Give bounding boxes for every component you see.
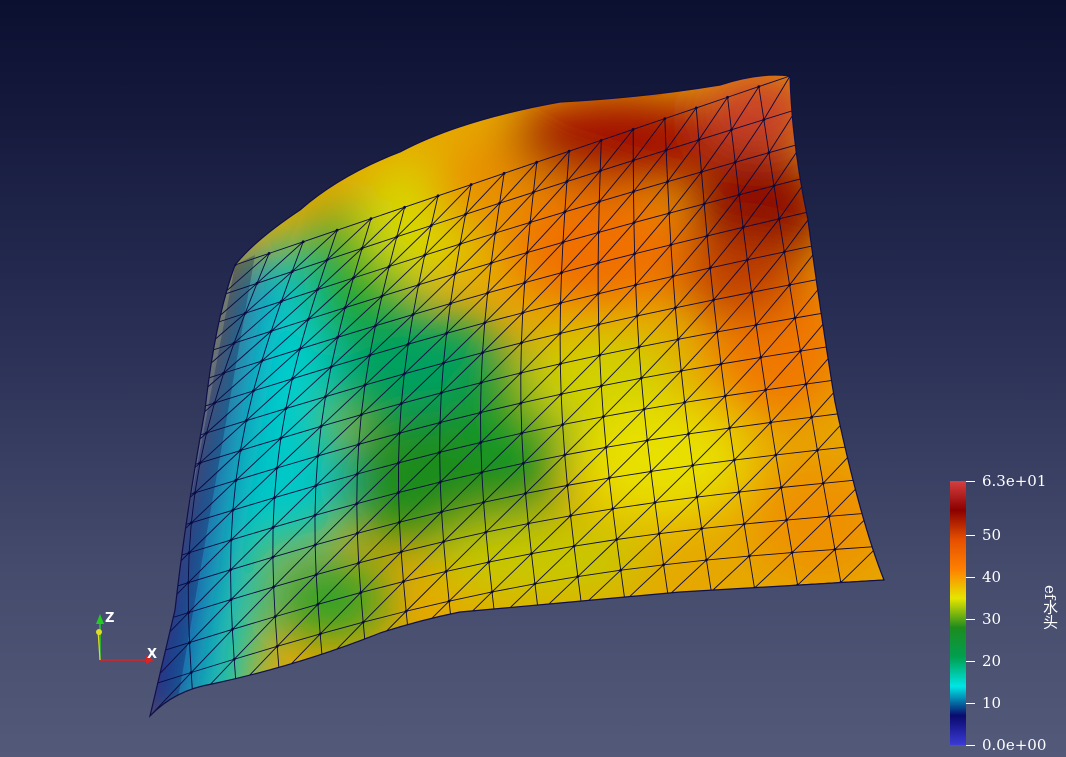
axis-z-arrow [96,614,104,624]
colorbar-tick-label: 10 [982,694,1002,712]
colorbar-tick [966,619,975,620]
colorbar-tick-label: 30 [982,610,1002,628]
axis-y-arrow [96,629,102,635]
colorbar-tick-label: 0.0e+00 [982,736,1047,754]
colorbar-tick-label: 40 [982,568,1002,586]
colorbar-tick [966,661,975,662]
colorbar-tick [966,481,975,482]
colorbar-title: ef水头 [1041,585,1059,630]
colorbar-tick-label: 20 [982,652,1002,670]
colorbar-tick [966,703,975,704]
colorbar-gradient [950,481,966,745]
colored-surface [150,75,884,716]
orientation-axes[interactable]: Z X [90,608,162,668]
colorbar-tick [966,535,975,536]
axis-x-label: X [147,647,157,662]
colorbar-tick-label: 6.3e+01 [982,472,1047,490]
colorbar-tick [966,577,975,578]
colorbar-tick [966,745,975,746]
axis-z-label: Z [105,611,114,626]
colorbar-tick-label: 50 [982,526,1002,544]
